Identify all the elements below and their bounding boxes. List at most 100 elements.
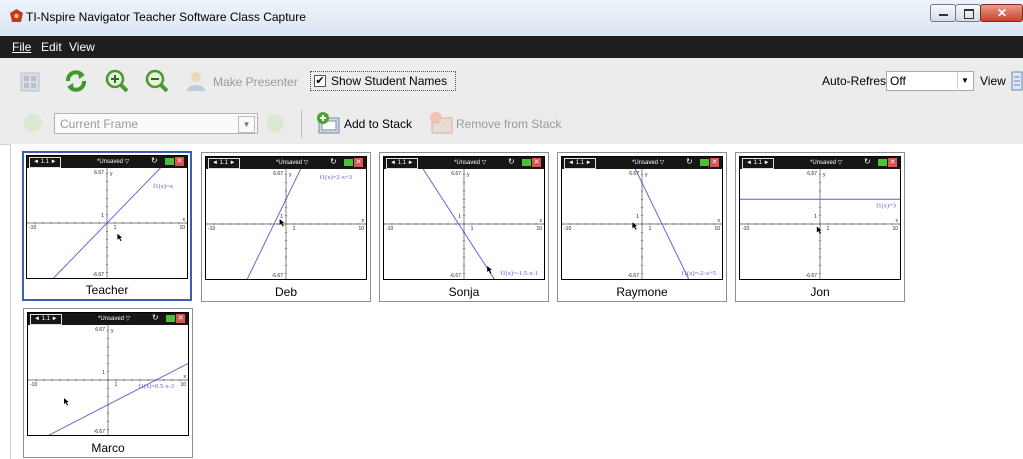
close-icon: ✕ <box>997 6 1008 20</box>
doc-title: *Unsaved ▽ <box>810 160 843 166</box>
battery-icon <box>878 159 887 166</box>
stack-next-icon <box>266 114 284 132</box>
y-axis-label: y <box>645 172 648 178</box>
maximize-icon <box>964 9 974 19</box>
minimize-icon <box>939 14 948 16</box>
battery-icon <box>700 159 709 166</box>
page-tab: ◄ 1.1 ► <box>742 158 774 169</box>
show-student-names-checkbox[interactable]: ✔ Show Student Names <box>310 71 456 91</box>
refresh-icon: ↻ <box>686 157 693 166</box>
function-graph: 6.67 y -6.67 -10 10 x 1 1 f1(x)=x <box>27 168 187 278</box>
function-equation: f1(x)=0.5·x-3 <box>138 383 174 390</box>
chevron-down-icon: ▼ <box>238 116 255 133</box>
screen-status-bar: ◄ 1.1 ► *Unsaved ▽ ↻ ✕ <box>28 313 188 325</box>
y-max-label: 6.67 <box>451 171 461 177</box>
y-min-label: -6.67 <box>450 273 462 279</box>
close-icon: ✕ <box>175 157 184 166</box>
x-max-label: 10 <box>892 226 898 232</box>
student-screen-tile[interactable]: ◄ 1.1 ► *Unsaved ▽ ↻ ✕ 6.67 y -6.67 -10 10 x 1 1 f1(… <box>22 151 192 301</box>
x-max-label: 10 <box>179 225 185 231</box>
cursor-icon <box>64 398 69 406</box>
y-one-label: 1 <box>101 213 104 219</box>
maximize-button[interactable] <box>955 4 981 22</box>
minimize-button[interactable] <box>930 4 956 22</box>
student-name: Sonja <box>448 285 480 299</box>
zoom-out-icon[interactable] <box>145 69 169 93</box>
student-screen-tile[interactable]: ◄ 1.1 ► *Unsaved ▽ ↻ ✕ 6.67 y -6.67 -10 10 x 1 1 f1(… <box>201 152 371 302</box>
y-one-label: 1 <box>636 214 639 220</box>
student-name: Deb <box>274 285 297 299</box>
student-screen-tile[interactable]: ◄ 1.1 ► *Unsaved ▽ ↻ ✕ 6.67 y -6.67 -10 10 x 1 1 f1(… <box>379 152 549 302</box>
checkbox-box: ✔ <box>314 75 326 87</box>
screen-status-bar: ◄ 1.1 ► *Unsaved ▽ ↻ ✕ <box>562 157 722 169</box>
window-title: TI-Nspire Navigator Teacher Software Cla… <box>26 10 306 24</box>
function-graph: 6.67 y-6.67-10 10x11f1(x)=-2·x+5 <box>562 169 722 279</box>
refresh-icon[interactable] <box>64 69 88 93</box>
function-graph: 6.67 y -6.67 -10 10 x 1 1 f1(x)=3 <box>740 169 900 279</box>
x-one-label: 1 <box>649 226 652 232</box>
function-graph: 6.67 y -6.67 -10 10 x 1 1 f1(x)=0.5·x-3 <box>28 325 188 435</box>
stack-icon <box>24 114 42 132</box>
make-presenter-button[interactable]: Make Presenter <box>213 75 298 89</box>
menu-edit[interactable]: Edit <box>41 40 62 54</box>
stack-toolbar: Current Frame ▼ Add to Stack Remove from… <box>0 104 1023 145</box>
y-axis-label: y <box>111 328 114 334</box>
x-max-label: 10 <box>180 382 186 388</box>
view-label[interactable]: View <box>980 74 1006 88</box>
function-graph: 6.67 y -6.67 -10 10 x 1 1 f1(x)=-1.5·x-1 <box>384 169 544 279</box>
student-screen-tile[interactable]: ◄ 1.1 ► *Unsaved ▽ ↻ ✕ 6.67 y -6.67 -10 10 x 1 1 f1(… <box>735 152 905 302</box>
y-axis-label: y <box>289 172 292 178</box>
calculator-screen: ◄ 1.1 ► *Unsaved ▽ ↻ ✕ 6.67 y -6.67 -10 10 x 1 1 f1(… <box>561 156 723 280</box>
frame-select[interactable]: Current Frame ▼ <box>54 113 258 134</box>
zoom-in-icon[interactable] <box>105 69 129 93</box>
student-name: Raymone <box>616 285 668 299</box>
x-min-label: -10 <box>29 225 36 231</box>
toolbar-separator <box>301 110 302 138</box>
app-icon <box>10 9 23 22</box>
remove-from-stack-button[interactable]: Remove from Stack <box>456 117 561 131</box>
y-one-label: 1 <box>280 214 283 220</box>
remove-from-stack-icon <box>430 112 453 134</box>
student-screen-tile[interactable]: ◄ 1.1 ► *Unsaved ▽ ↻ ✕ 6.67 y -6.67 -10 10 x 1 1 f1(… <box>557 152 727 302</box>
battery-icon <box>522 159 531 166</box>
doc-title: *Unsaved ▽ <box>632 160 665 166</box>
cursor-icon <box>117 233 123 242</box>
x-axis-label: x <box>183 217 186 223</box>
refresh-icon: ↻ <box>151 156 158 165</box>
cursor-icon <box>632 222 638 230</box>
close-icon: ✕ <box>176 314 185 323</box>
doc-title: *Unsaved ▽ <box>454 160 487 166</box>
battery-icon <box>166 315 175 322</box>
y-one-label: 1 <box>458 214 461 220</box>
student-screen-tile[interactable]: ◄ 1.1 ► *Unsaved ▽ ↻ ✕ 6.67 y -6.67 -10 10 x 1 1 f1(… <box>23 308 193 458</box>
x-one-label: 1 <box>293 226 296 232</box>
x-max-label: 10 <box>714 226 720 232</box>
auto-refresh-select[interactable]: Off ▼ <box>886 71 974 91</box>
main-toolbar: Make Presenter ✔ Show Student Names Auto… <box>0 58 1023 104</box>
cursor-icon <box>279 219 285 227</box>
class-capture-grid: ◄ 1.1 ► *Unsaved ▽ ↻ ✕ 6.67 y -6.67 -10 10 x 1 1 f1(… <box>10 144 1023 459</box>
add-to-stack-button[interactable]: Add to Stack <box>344 117 412 131</box>
y-one-label: 1 <box>814 214 817 220</box>
y-max-label: 6.67 <box>95 327 105 333</box>
refresh-icon: ↻ <box>508 157 515 166</box>
y-min-label: -6.67 <box>93 272 105 278</box>
menu-view[interactable]: View <box>69 40 95 54</box>
doc-title: *Unsaved ▽ <box>276 160 309 166</box>
y-min-label: -6.67 <box>272 273 284 279</box>
view-icon[interactable] <box>1011 71 1023 91</box>
x-one-label: 1 <box>471 226 474 232</box>
screen-status-bar: ◄ 1.1 ► *Unsaved ▽ ↻ ✕ <box>206 157 366 169</box>
close-button[interactable]: ✕ <box>980 4 1023 22</box>
add-to-stack-icon <box>317 112 340 134</box>
function-equation: f1(x)=-1.5·x-1 <box>500 270 538 277</box>
page-tab: ◄ 1.1 ► <box>29 157 61 168</box>
page-tab: ◄ 1.1 ► <box>208 158 240 169</box>
thumbnails-icon[interactable] <box>20 72 40 92</box>
calculator-screen: ◄ 1.1 ► *Unsaved ▽ ↻ ✕ 6.67 y -6.67 -10 10 x 1 1 f1(… <box>27 312 189 436</box>
y-max-label: 6.67 <box>807 171 817 177</box>
function-graph: 6.67 y -6.67 -10 10 x 1 1 f1(x)=2·x+3 <box>206 169 366 279</box>
calculator-screen: ◄ 1.1 ► *Unsaved ▽ ↻ ✕ 6.67 y -6.67 -10 10 x 1 1 f1(… <box>205 156 367 280</box>
page-tab: ◄ 1.1 ► <box>30 314 62 325</box>
menu-file[interactable]: File <box>12 40 31 54</box>
